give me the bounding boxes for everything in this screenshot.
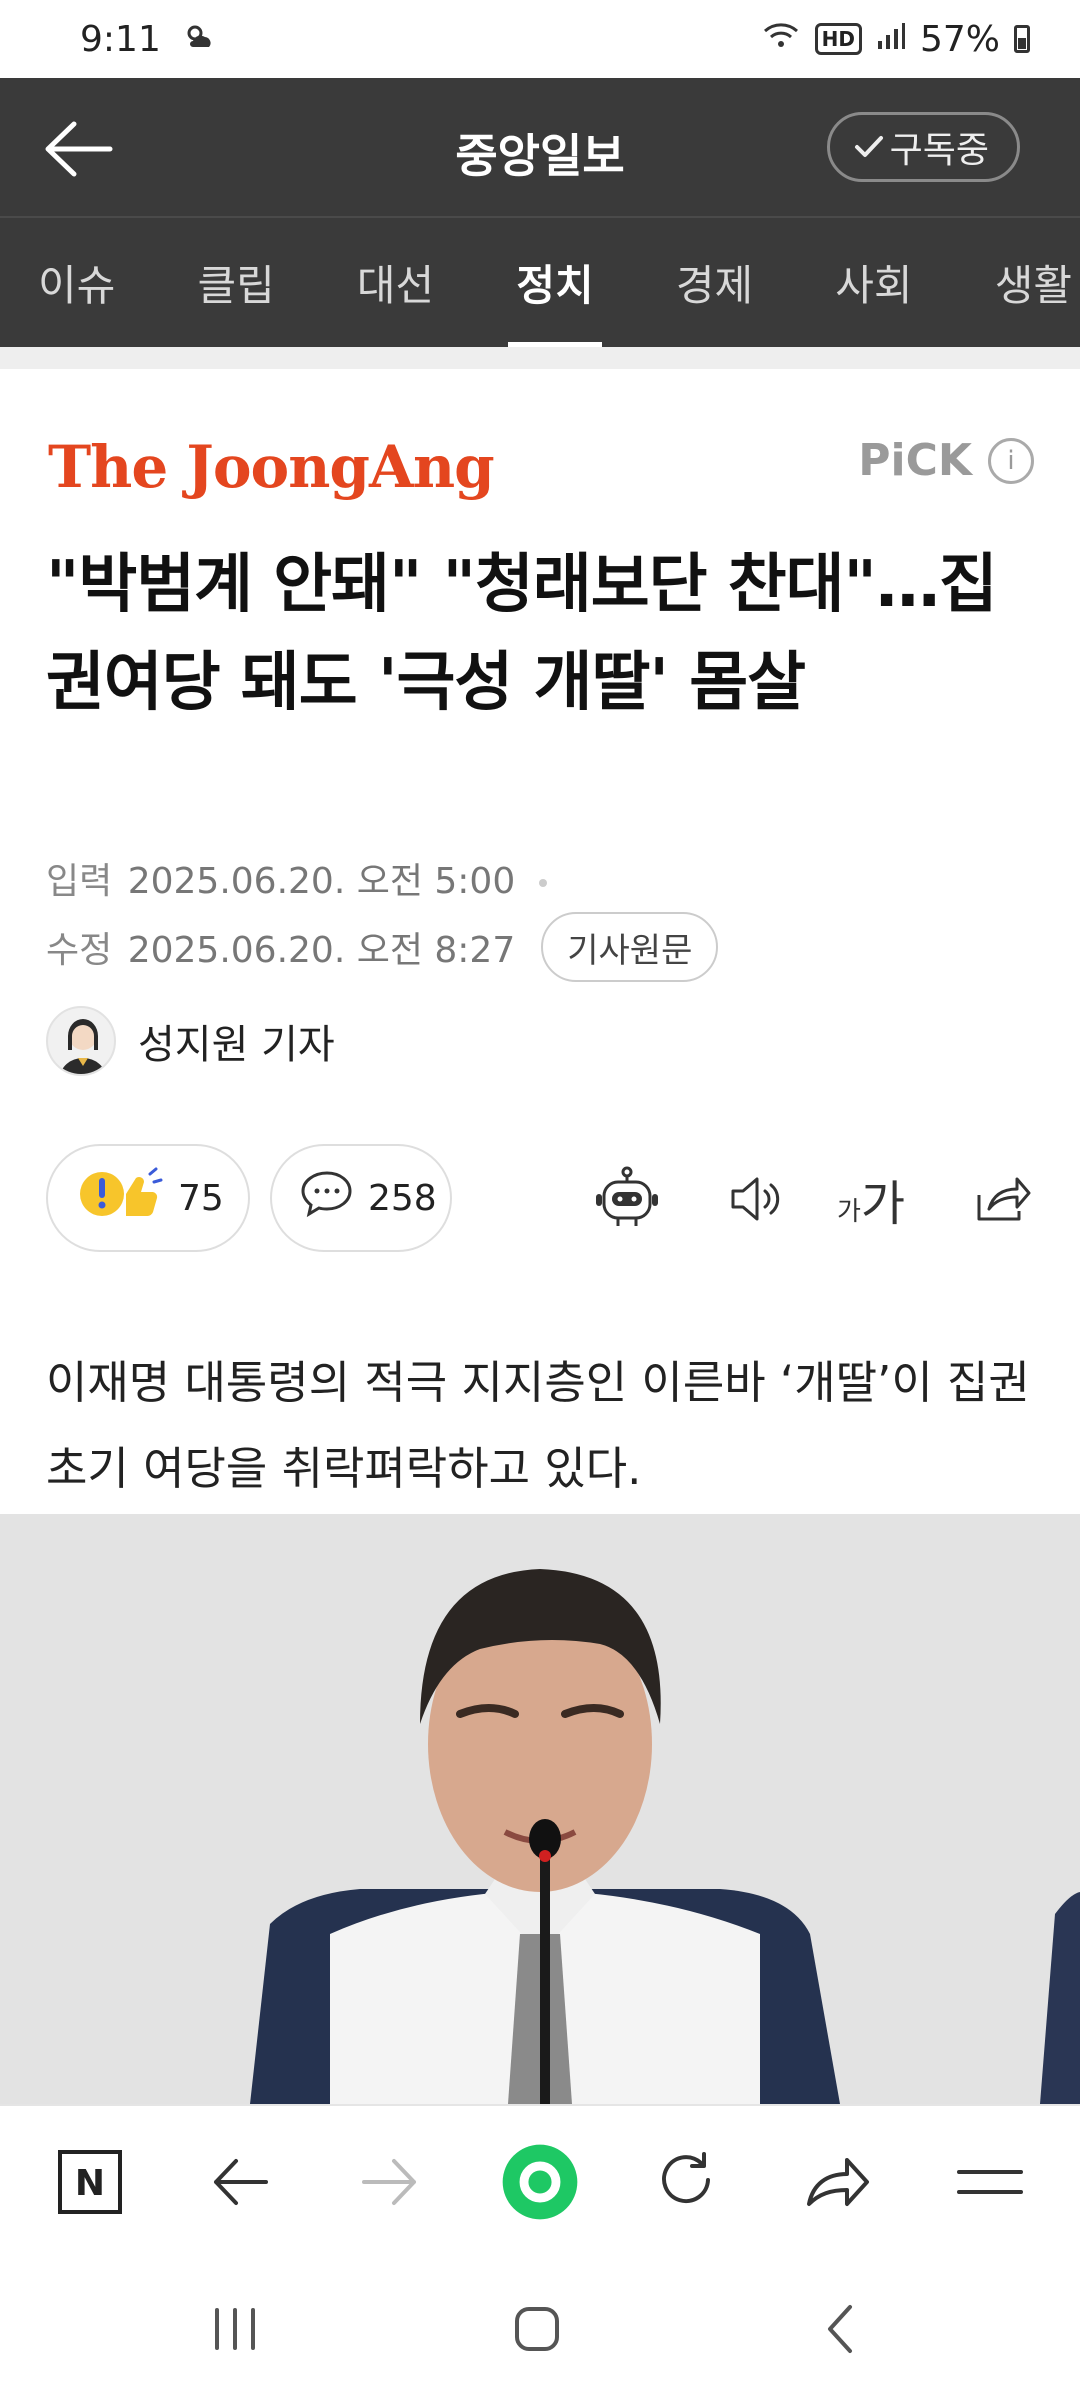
reporter-avatar: [46, 1006, 116, 1076]
naver-home-button[interactable]: N: [50, 2146, 130, 2218]
category-tabs: 이슈 클립 대선 정치 경제 사회 생활: [0, 216, 1080, 348]
wifi-icon: [761, 19, 801, 60]
weather-icon: [183, 19, 217, 60]
app-bar: 중앙일보 구독중: [0, 78, 1080, 216]
tab-issue[interactable]: 이슈: [38, 217, 115, 348]
refresh-icon[interactable]: [648, 2146, 728, 2218]
naver-letter: N: [75, 2163, 105, 2204]
recents-icon[interactable]: [195, 2294, 275, 2364]
section-divider: [0, 347, 1080, 369]
tab-election[interactable]: 대선: [357, 217, 434, 348]
original-article-button[interactable]: 기사원문: [541, 912, 719, 982]
comment-count: 258: [368, 1177, 437, 1219]
pick-badge[interactable]: PiCK i: [858, 435, 1034, 486]
reporter-name: 성지원 기자: [138, 1022, 335, 1068]
signal-icon: [876, 19, 906, 60]
share-arrow-icon[interactable]: [798, 2146, 878, 2218]
browser-toolbar: N: [0, 2104, 1080, 2254]
publisher-logo[interactable]: The JoongAng: [48, 433, 495, 501]
article-lead: 이재명 대통령의 적극 지지층인 이른바 ‘개딸’이 집권 초기 여당을 취락펴…: [46, 1356, 1030, 1495]
battery-percent: 57%: [919, 18, 1000, 60]
share-icon[interactable]: [966, 1164, 1036, 1234]
reaction-emoji-icon: [78, 1164, 164, 1233]
reaction-button[interactable]: 75: [46, 1144, 250, 1252]
edit-label: 수정: [46, 930, 113, 971]
edit-time: 2025.06.20. 오전 8:27: [127, 930, 516, 971]
article-photo[interactable]: [0, 1514, 1080, 2104]
article-photo-image: [0, 1514, 1080, 2104]
subscribe-label: 구독중: [889, 130, 989, 171]
back-chevron-icon[interactable]: [800, 2294, 880, 2364]
home-icon[interactable]: [497, 2294, 577, 2364]
hd-badge: HD: [814, 23, 862, 55]
subscribe-button[interactable]: 구독중: [826, 112, 1020, 182]
menu-icon[interactable]: [950, 2146, 1030, 2218]
status-bar: 9:11 HD 57%: [0, 0, 1080, 78]
status-time: 9:11: [80, 18, 161, 60]
edit-timestamp: 수정 2025.06.20. 오전 8:27 기사원문: [46, 912, 719, 982]
back-arrow-icon[interactable]: [200, 2146, 280, 2218]
check-icon: [854, 136, 883, 157]
comment-button[interactable]: 258: [270, 1144, 452, 1252]
tab-life[interactable]: 생활: [995, 217, 1072, 348]
input-timestamp: 입력 2025.06.20. 오전 5:00: [46, 852, 547, 904]
reaction-count: 75: [178, 1177, 224, 1219]
input-time: 2025.06.20. 오전 5:00: [127, 861, 516, 902]
font-size-icon[interactable]: 가 가: [836, 1164, 906, 1234]
font-size-large-glyph: 가: [860, 1176, 906, 1232]
system-nav-bar: [0, 2254, 1080, 2400]
tab-clip[interactable]: 클립: [197, 217, 274, 348]
comment-icon: [300, 1169, 354, 1228]
reporter-byline[interactable]: 성지원 기자: [46, 1006, 335, 1076]
font-size-small-glyph: 가: [836, 1197, 861, 1227]
tab-society[interactable]: 사회: [835, 217, 912, 348]
pick-label: PiCK: [858, 435, 972, 486]
article-actions: 75 258 가 가: [46, 1144, 1036, 1254]
input-label: 입력: [46, 861, 113, 902]
info-icon[interactable]: i: [988, 437, 1034, 484]
separator-dot: [538, 879, 547, 887]
article-headline: "박범계 안돼" "청래보단 찬대"…집권여당 돼도 '극성 개딸' 몸살: [46, 548, 998, 720]
tab-economy[interactable]: 경제: [676, 217, 753, 348]
green-dot-button[interactable]: [500, 2144, 580, 2220]
battery-icon: [1014, 25, 1030, 53]
ai-summary-robot-icon[interactable]: [592, 1164, 662, 1234]
speaker-icon[interactable]: [720, 1164, 790, 1234]
forward-arrow-icon[interactable]: [350, 2146, 430, 2218]
tab-politics[interactable]: 정치: [508, 217, 602, 348]
